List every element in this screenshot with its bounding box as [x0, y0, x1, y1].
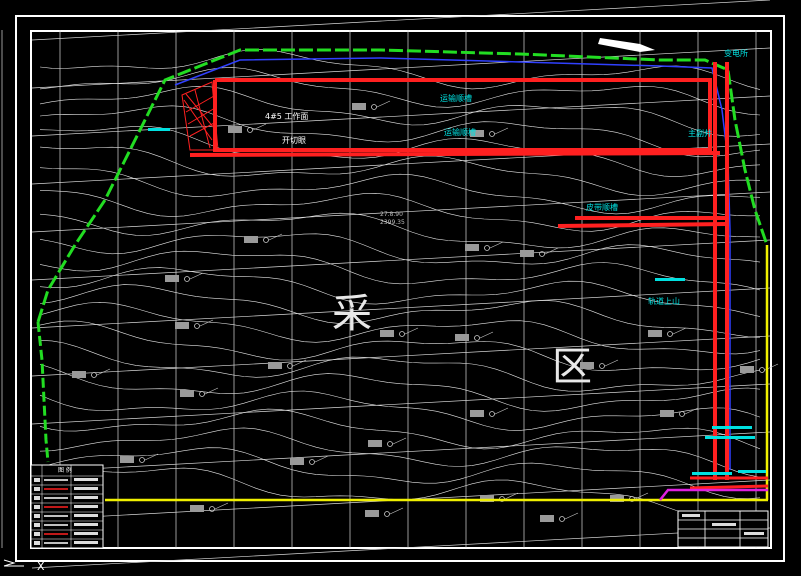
- title-block: [677, 510, 769, 548]
- axis-x-label: X: [37, 560, 45, 573]
- zone-char-qu: 区: [552, 344, 592, 390]
- label-haul: 运输顺槽: [444, 127, 476, 137]
- label-return: 运输顺槽: [440, 93, 472, 103]
- legend-title: 图 例: [58, 466, 72, 474]
- label-elev-b: 2399.35: [380, 219, 405, 226]
- label-track: 轨道上山: [648, 296, 680, 306]
- cad-drawing-canvas[interactable]: 4#5 工作面 开切眼 运输顺槽 运输顺槽 皮带顺槽 轨道上山 变电所 主副井 …: [0, 0, 801, 576]
- label-belt: 皮带顺槽: [586, 202, 618, 212]
- label-elev-a: 27.8.90: [380, 211, 403, 218]
- label-top-right: 变电所: [724, 48, 748, 58]
- label-cut-eye: 开切眼: [282, 136, 306, 145]
- label-right-mid: 主副井: [688, 128, 712, 138]
- zone-char-cai: 采: [332, 291, 372, 337]
- legend-box: 图 例: [30, 464, 104, 549]
- label-face: 4#5 工作面: [265, 111, 308, 121]
